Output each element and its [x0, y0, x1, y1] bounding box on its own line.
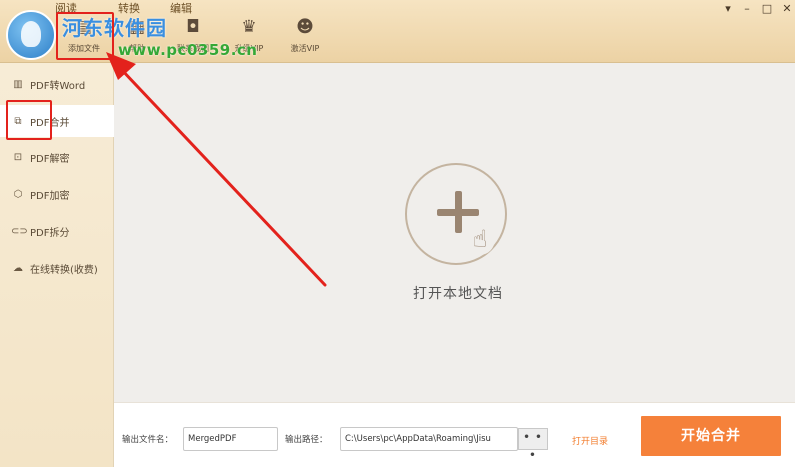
sidebar-item-label: PDF加密 — [30, 190, 70, 202]
open-local-file-button[interactable]: ☝ — [405, 163, 507, 265]
main-drop-area[interactable]: ☝ 打开本地文档 — [114, 63, 795, 402]
unlock-icon: ⊡ — [13, 151, 23, 163]
close-button[interactable]: ✕ — [779, 2, 795, 16]
sidebar-item-label: 在线转换(收费) — [30, 264, 98, 276]
cloud-icon: ☁ — [13, 262, 23, 274]
crown-icon: ♛ — [241, 17, 257, 37]
sidebar-item-label: PDF转Word — [30, 80, 86, 92]
sidebar-item-label: PDF拆分 — [30, 227, 70, 239]
activate-vip-button[interactable]: ☻ 激活VIP — [281, 18, 329, 54]
browse-button[interactable]: • • • — [518, 428, 548, 461]
watermark-url: www.pc0359.cn — [118, 41, 258, 59]
word-icon: ▥ — [13, 78, 23, 90]
sidebar-item-pdf-decrypt[interactable]: ⊡ PDF解密 — [0, 141, 114, 173]
shield-icon: ⬡ — [13, 188, 23, 200]
split-icon: ⊂⊃ — [11, 225, 28, 237]
output-name-label: 输出文件名： — [122, 435, 174, 445]
output-name-field[interactable]: MergedPDF — [183, 427, 278, 451]
skin-menu-button[interactable]: ▾ — [720, 2, 736, 16]
output-path-field[interactable]: C:\Users\pc\AppData\Roaming\Jisu — [340, 427, 518, 451]
pointer-hand-icon: ☝ — [465, 223, 495, 255]
highlight-box-add-file — [56, 12, 114, 60]
sidebar-item-pdf-to-word[interactable]: ▥ PDF转Word — [0, 68, 114, 100]
open-local-file-label[interactable]: 打开本地文档 — [406, 283, 510, 303]
maximize-button[interactable]: □ — [759, 2, 775, 16]
user-icon: ☻ — [296, 17, 314, 37]
bottom-bar: 输出文件名： MergedPDF 输出路径： C:\Users\pc\AppDa… — [114, 402, 795, 467]
minimize-button[interactable]: – — [739, 2, 755, 16]
chat-icon: ◘ — [186, 17, 200, 37]
activate-vip-label: 激活VIP — [290, 44, 320, 53]
sidebar-item-label: PDF解密 — [30, 153, 70, 165]
top-bar: 阅读 转换 编辑 ▤ 添加文件 ▦ 帮助 ◘ 联系我们 ♛ 升级VIP ☻ 激活… — [0, 0, 795, 63]
highlight-box-merge — [6, 100, 52, 140]
output-path-label: 输出路径： — [285, 435, 328, 445]
sidebar-item-pdf-encrypt[interactable]: ⬡ PDF加密 — [0, 178, 114, 210]
start-merge-button[interactable]: 开始合并 — [641, 416, 781, 456]
menu-tab-edit[interactable]: 编辑 — [170, 0, 192, 16]
open-directory-link[interactable]: 打开目录 — [572, 434, 608, 447]
app-logo — [6, 10, 56, 60]
sidebar-item-online-convert[interactable]: ☁ 在线转换(收费) — [0, 252, 114, 284]
sidebar-item-pdf-split[interactable]: ⊂⊃ PDF拆分 — [0, 215, 114, 247]
plus-icon — [437, 209, 479, 216]
